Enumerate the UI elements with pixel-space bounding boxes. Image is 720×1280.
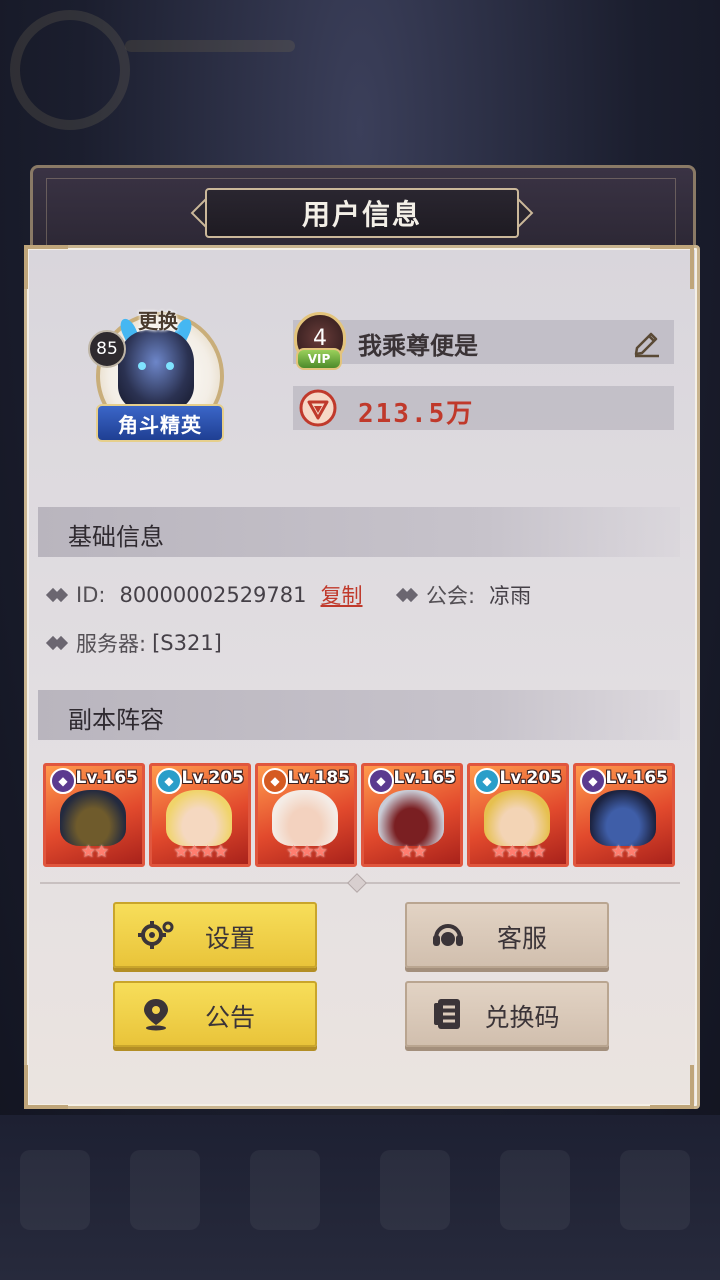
- settings-button[interactable]: 设置: [113, 902, 317, 968]
- background-nav-slot: [620, 1150, 690, 1230]
- hero-portrait: [590, 790, 656, 846]
- hero-card[interactable]: ◆ Lv.205 ★★★★: [467, 763, 569, 867]
- panel-corner-ornament: [650, 1065, 694, 1109]
- guild-label: 公会:: [426, 584, 476, 608]
- id-row: ID: 80000002529781 复制: [45, 580, 363, 610]
- notice-button[interactable]: 公告: [113, 981, 317, 1047]
- panel-corner-ornament: [650, 245, 694, 289]
- hero-portrait: [60, 790, 126, 846]
- hero-card[interactable]: ◆ Lv.205 ★★★★: [149, 763, 251, 867]
- server-label: 服务器:: [76, 632, 147, 656]
- hero-stars: ★★: [80, 842, 109, 862]
- combat-power-icon: [299, 389, 337, 427]
- hero-stars: ★★★: [286, 842, 328, 862]
- light-faction-icon: ◆: [474, 768, 500, 794]
- hero-stars: ★★: [610, 842, 639, 862]
- guild-value: 凉雨: [489, 584, 532, 608]
- hero-portrait: [166, 790, 232, 846]
- hero-level: Lv.165: [393, 768, 456, 788]
- combat-power-value: 213.5万: [358, 399, 475, 429]
- hero-level: Lv.205: [181, 768, 244, 788]
- server-value: [S321]: [152, 631, 222, 655]
- background-nav-slot: [250, 1150, 320, 1230]
- player-level-badge: 85: [88, 330, 126, 368]
- copy-id-button[interactable]: 复制: [321, 580, 363, 610]
- dialog-title: 用户信息: [301, 198, 422, 231]
- dialog-title-plate: 用户信息: [205, 188, 519, 238]
- id-value: 80000002529781: [119, 583, 307, 607]
- dark-faction-icon: ◆: [368, 768, 394, 794]
- hero-stars: ★★★★: [491, 842, 547, 862]
- lineup-header: 副本阵容: [38, 690, 680, 740]
- panel-corner-ornament: [24, 245, 68, 289]
- customer-service-button[interactable]: 客服: [405, 902, 609, 968]
- hero-stars: ★★★★: [173, 842, 229, 862]
- change-avatar-button[interactable]: 更换: [132, 305, 184, 334]
- hero-stars: ★★: [398, 842, 427, 862]
- hero-portrait: [272, 790, 338, 846]
- hero-portrait: [484, 790, 550, 846]
- hero-level: Lv.205: [499, 768, 562, 788]
- edit-name-icon[interactable]: [631, 326, 663, 358]
- customer-service-label: 客服: [496, 924, 547, 953]
- basic-info-header: 基础信息: [38, 507, 680, 557]
- background-bottom-nav: [0, 1115, 720, 1280]
- combat-power-row: [293, 386, 674, 430]
- hero-level: Lv.165: [75, 768, 138, 788]
- background-nav-slot: [20, 1150, 90, 1230]
- basic-info-title: 基础信息: [68, 523, 164, 551]
- vip-tag: VIP: [296, 348, 342, 370]
- avatar-eyes: [138, 362, 174, 372]
- notice-label: 公告: [204, 1003, 255, 1032]
- lineup-title: 副本阵容: [68, 706, 164, 734]
- background-nav-slot: [380, 1150, 450, 1230]
- server-row: 服务器: [S321]: [45, 628, 222, 658]
- dark-faction-icon: ◆: [580, 768, 606, 794]
- hero-level: Lv.165: [605, 768, 668, 788]
- player-name: 我乘尊便是: [358, 332, 478, 360]
- hero-level: Lv.185: [287, 768, 350, 788]
- dark-faction-icon: ◆: [50, 768, 76, 794]
- id-label: ID:: [76, 583, 106, 607]
- background-nav-slot: [130, 1150, 200, 1230]
- hero-portrait: [378, 790, 444, 846]
- hero-card[interactable]: ◆ Lv.165 ★★: [43, 763, 145, 867]
- background-avatar-frame: [10, 10, 130, 130]
- redeem-code-label: 兑换码: [484, 1003, 560, 1032]
- light-faction-icon: ◆: [156, 768, 182, 794]
- redeem-code-button[interactable]: 兑换码: [405, 981, 609, 1047]
- settings-label: 设置: [204, 924, 255, 953]
- panel-corner-ornament: [24, 1065, 68, 1109]
- guild-row: 公会: 凉雨: [395, 580, 532, 610]
- background-nav-slot: [500, 1150, 570, 1230]
- player-name-row: [293, 320, 674, 364]
- hero-card[interactable]: ◆ Lv.185 ★★★: [255, 763, 357, 867]
- hero-card[interactable]: ◆ Lv.165 ★★: [361, 763, 463, 867]
- rank-title-badge: 角斗精英: [96, 404, 224, 442]
- fire-faction-icon: ◆: [262, 768, 288, 794]
- vip-badge[interactable]: 4 VIP: [288, 308, 348, 372]
- hero-card[interactable]: ◆ Lv.165 ★★: [573, 763, 675, 867]
- background-name-bar: [125, 40, 295, 52]
